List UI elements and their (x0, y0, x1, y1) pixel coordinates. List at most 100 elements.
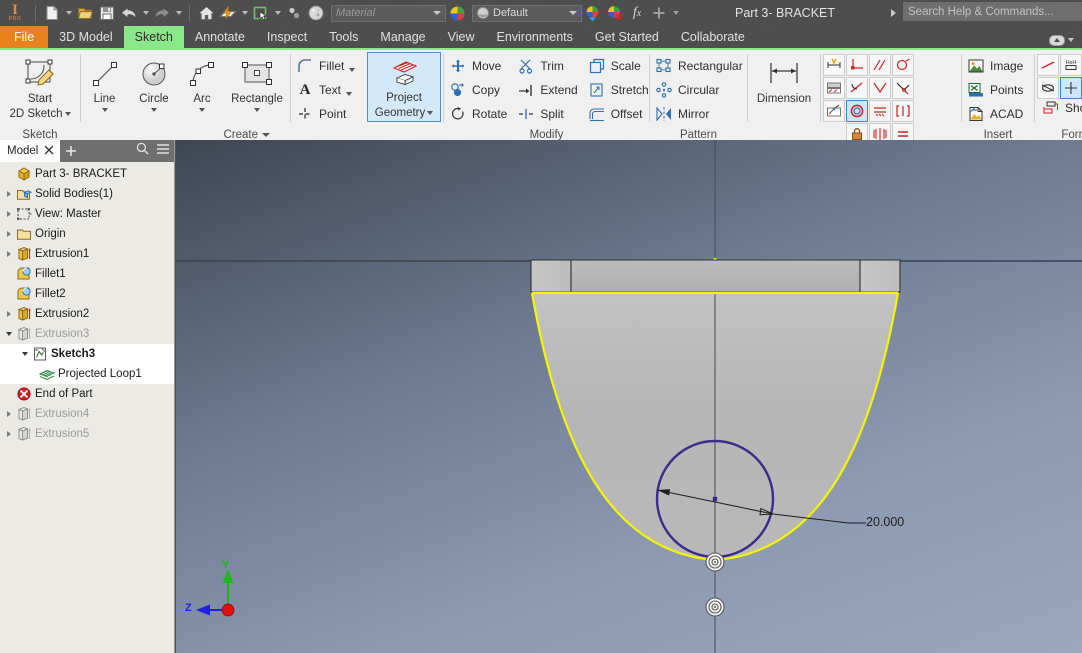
tree-node-origin[interactable]: Origin (0, 224, 174, 244)
tab-get-started[interactable]: Get Started (584, 26, 670, 48)
tree-node-solid-bodies[interactable]: Solid Bodies(1) (0, 184, 174, 204)
point-button[interactable]: Point (291, 102, 360, 126)
tree-toggle-extrusion4[interactable] (3, 404, 15, 424)
collinear-constraint-icon[interactable] (869, 100, 891, 122)
tab-collaborate[interactable]: Collaborate (670, 26, 756, 48)
insert-image-button[interactable]: Image (962, 54, 1028, 78)
tree-node-extrusion3[interactable]: Extrusion3 (0, 324, 174, 344)
search-icon[interactable] (136, 142, 149, 160)
tab-tools[interactable]: Tools (318, 26, 369, 48)
tree-node-sketch3[interactable]: Sketch3 (0, 344, 174, 364)
circle-dropdown-icon[interactable] (151, 108, 157, 112)
appearance-sphere-icon[interactable] (305, 2, 327, 24)
move-button[interactable]: Move (444, 54, 512, 78)
construction-line-icon[interactable] (1037, 54, 1059, 76)
new-file-dropdown-icon[interactable] (63, 2, 74, 24)
tree-toggle-extrusion3[interactable] (3, 324, 15, 344)
update-icon[interactable] (217, 2, 239, 24)
ribbon-collapse-button[interactable] (1049, 29, 1076, 51)
offset-button[interactable]: Offset (583, 102, 654, 126)
tree-toggle-extrusion1[interactable] (3, 244, 15, 264)
tree-toggle-extrusion2[interactable] (3, 304, 15, 324)
tree-node-extrusion5[interactable]: Extrusion5 (0, 424, 174, 444)
perpendicular-constraint-icon[interactable] (846, 54, 868, 76)
circle-button[interactable]: Circle (128, 54, 180, 112)
text-dropdown-icon[interactable] (346, 92, 352, 96)
dimension-display-icon[interactable] (823, 77, 845, 99)
tree-node-part[interactable]: Part 3- BRACKET (0, 164, 174, 184)
material-browser-icon[interactable] (446, 2, 468, 24)
split-button[interactable]: Split (512, 102, 582, 126)
dimension-value-label[interactable]: 20.000 (866, 515, 904, 529)
select-dropdown-icon[interactable] (272, 2, 283, 24)
fix-constraint-icon[interactable] (846, 123, 868, 140)
parallel-constraint-icon[interactable] (869, 54, 891, 76)
show-format-button[interactable]: Show (1037, 96, 1082, 120)
add-to-qat-icon[interactable] (648, 2, 670, 24)
tab-annotate[interactable]: Annotate (184, 26, 256, 48)
tree-toggle-origin[interactable] (3, 224, 15, 244)
rectangle-dropdown-icon[interactable] (254, 108, 260, 112)
mirror-button[interactable]: Mirror (650, 102, 748, 126)
close-icon[interactable] (44, 145, 54, 158)
arc-dropdown-icon[interactable] (199, 108, 205, 112)
redo-dropdown-icon[interactable] (173, 2, 184, 24)
smooth-constraint-icon[interactable] (892, 54, 914, 76)
qat-overflow-icon[interactable] (670, 2, 681, 24)
tree-node-fillet2[interactable]: Fillet2 (0, 284, 174, 304)
extend-button[interactable]: Extend (512, 78, 582, 102)
tree-toggle-view-master[interactable] (3, 204, 15, 224)
search-input[interactable]: Search Help & Commands... (903, 2, 1082, 21)
plus-icon[interactable] (60, 140, 82, 162)
equal-constraint-icon[interactable] (892, 123, 914, 140)
material-dropdown[interactable]: Material (331, 5, 446, 22)
line-button[interactable]: Line (81, 54, 128, 112)
tree-node-end-of-part[interactable]: End of Part (0, 384, 174, 404)
undo-dropdown-icon[interactable] (140, 2, 151, 24)
tab-sketch[interactable]: Sketch (124, 26, 184, 48)
dimension-button[interactable]: Dimension (749, 54, 819, 106)
graphics-viewport[interactable]: 20.000 Y Z (176, 140, 1082, 653)
appearance-apply-icon[interactable] (582, 2, 604, 24)
tab-environments[interactable]: Environments (485, 26, 583, 48)
insert-points-button[interactable]: Points (962, 78, 1028, 102)
appearance-dropdown[interactable]: Default (472, 5, 582, 22)
tree-toggle-solid-bodies[interactable] (3, 184, 15, 204)
insert-acad-button[interactable]: ACAD (962, 102, 1028, 126)
horizontal-constraint-icon[interactable] (892, 77, 914, 99)
browser-tab-model[interactable]: Model (0, 140, 60, 162)
tree-node-projected-loop1[interactable]: Projected Loop1 (0, 364, 174, 384)
text-button[interactable]: A Text (291, 78, 360, 102)
redo-icon[interactable] (151, 2, 173, 24)
fillet-dropdown-icon[interactable] (349, 68, 355, 72)
driven-dimension-icon[interactable]: HxH (1060, 54, 1082, 76)
return-icon[interactable] (283, 2, 305, 24)
tree-node-extrusion1[interactable]: Extrusion1 (0, 244, 174, 264)
tangent-constraint-icon[interactable] (846, 77, 868, 99)
hamburger-menu-icon[interactable] (156, 142, 170, 160)
start-2d-sketch-dropdown-icon[interactable] (65, 112, 71, 116)
tab-3d-model[interactable]: 3D Model (48, 26, 124, 48)
line-dropdown-icon[interactable] (102, 108, 108, 112)
title-expand-icon[interactable] (891, 9, 896, 17)
vertical-constraint-icon[interactable] (892, 100, 914, 122)
stretch-button[interactable]: Stretch (583, 78, 654, 102)
symmetric-constraint-icon[interactable] (869, 123, 891, 140)
tab-view[interactable]: View (437, 26, 486, 48)
auto-dimension-icon[interactable] (823, 54, 845, 76)
arc-button[interactable]: Arc (180, 54, 224, 112)
tab-file[interactable]: File (0, 26, 48, 48)
undo-icon[interactable] (118, 2, 140, 24)
home-icon[interactable] (195, 2, 217, 24)
tree-node-view-master[interactable]: View: Master (0, 204, 174, 224)
select-icon[interactable] (250, 2, 272, 24)
tree-toggle-extrusion5[interactable] (3, 424, 15, 444)
fillet-button[interactable]: Fillet (291, 54, 360, 78)
project-geometry-dropdown-icon[interactable] (427, 111, 433, 115)
coincident-constraint-icon[interactable] (869, 77, 891, 99)
copy-button[interactable]: Copy (444, 78, 512, 102)
constraint-settings-icon[interactable] (823, 100, 845, 122)
tab-inspect[interactable]: Inspect (256, 26, 318, 48)
tree-toggle-sketch3[interactable] (19, 344, 31, 364)
tab-manage[interactable]: Manage (369, 26, 436, 48)
